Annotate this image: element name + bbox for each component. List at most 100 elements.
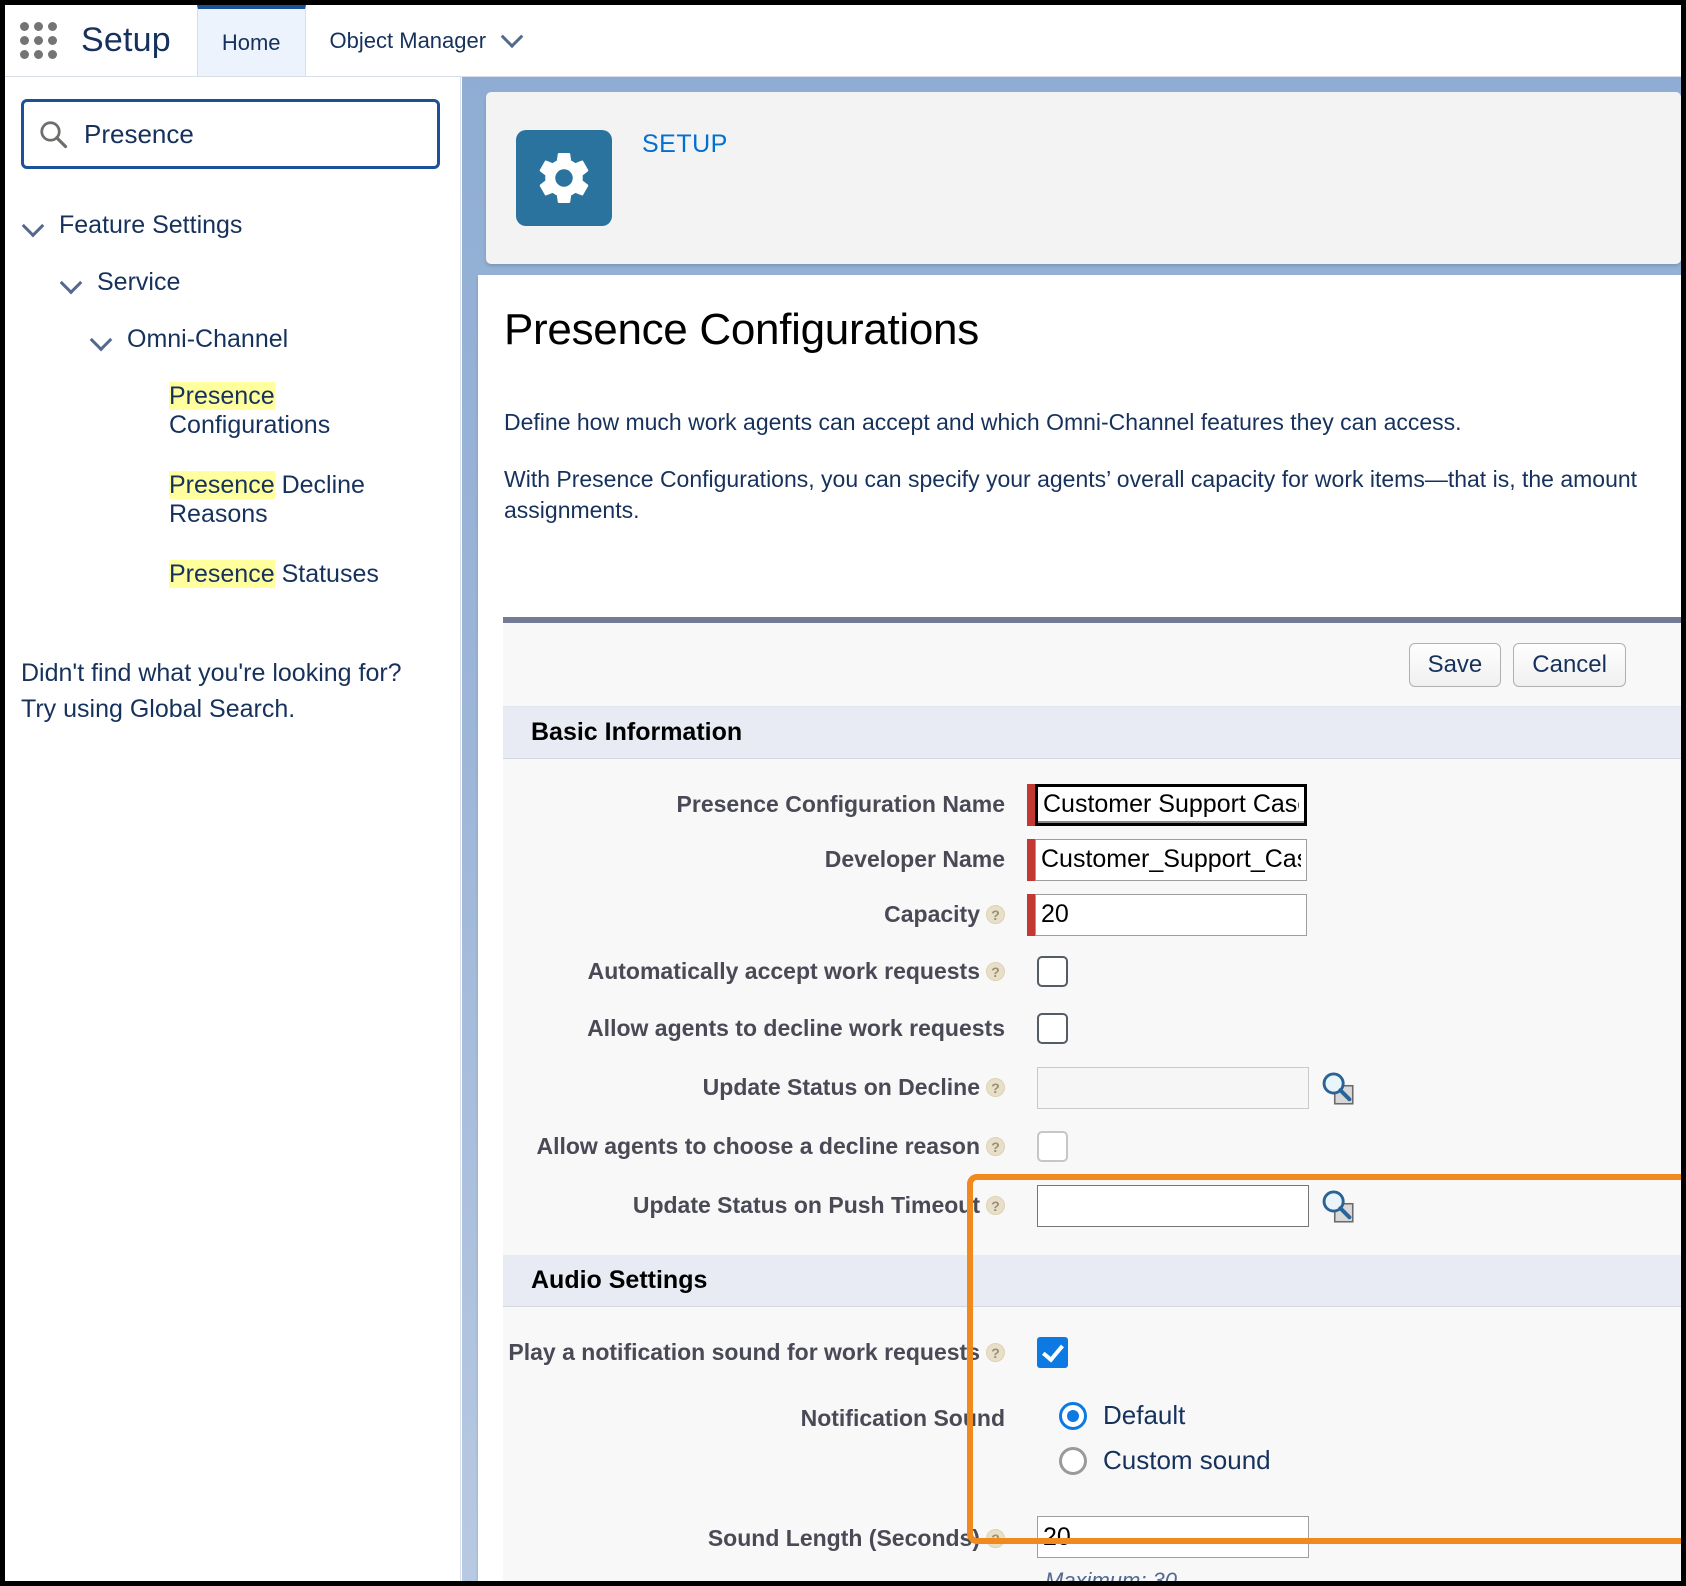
tree-node-omni-channel[interactable]: Omni-Channel (21, 325, 440, 354)
not-found-line-1: Didn't find what you're looking for? (21, 659, 402, 687)
search-match-highlight: Presence (169, 560, 275, 588)
radio-option-custom-sound[interactable]: Custom sound (1059, 1445, 1681, 1476)
update-status-on-decline-input[interactable] (1037, 1066, 1309, 1109)
section-header-basic-information: Basic Information (503, 707, 1681, 759)
help-icon[interactable]: ? (986, 1343, 1005, 1363)
tab-object-manager[interactable]: Object Manager (306, 5, 545, 76)
field-label: Sound Length (Seconds)? (503, 1516, 1019, 1552)
help-icon[interactable]: ? (986, 1078, 1005, 1098)
tree-node-service[interactable]: Service (21, 268, 440, 297)
sidebar-item-presence-decline-reasons[interactable]: Presence Decline Reasons (21, 471, 440, 529)
field-row-capacity: Capacity? (503, 891, 1681, 938)
help-icon[interactable]: ? (986, 1137, 1005, 1157)
play-notification-sound-checkbox[interactable] (1037, 1337, 1068, 1368)
field-label: Presence Configuration Name (676, 791, 1005, 818)
field-label-text: Capacity (884, 901, 980, 928)
basic-information-fields: Presence Configuration Name Developer Na… (503, 759, 1681, 1255)
update-status-on-push-timeout-input[interactable] (1037, 1184, 1309, 1227)
cancel-button[interactable]: Cancel (1513, 642, 1626, 687)
setup-header-card: SETUP (486, 92, 1681, 264)
field-row-update-status-on-push-timeout: Update Status on Push Timeout? (503, 1182, 1681, 1229)
chevron-down-icon (500, 24, 524, 48)
global-header: Setup Home Object Manager (5, 5, 1681, 77)
tree-node-label: Service (97, 268, 181, 296)
search-match-highlight: Presence (169, 471, 275, 499)
field-label-text: Automatically accept work requests (587, 958, 980, 985)
setup-sidebar: Feature Settings Service Omni-Channel Pr… (5, 77, 461, 1581)
lookup-search-icon[interactable] (1319, 1070, 1355, 1106)
sidebar-item-presence-statuses[interactable]: Presence Statuses (21, 560, 440, 589)
field-row-play-notification-sound: Play a notification sound for work reque… (503, 1329, 1681, 1376)
chevron-down-icon[interactable] (21, 213, 47, 239)
sidebar-item-label: Configurations (169, 411, 331, 439)
page-description-2: With Presence Configurations, you can sp… (504, 466, 1638, 524)
field-row-auto-accept-work-requests: Automatically accept work requests? (503, 948, 1681, 995)
required-indicator (1027, 893, 1035, 936)
radio-label: Custom sound (1103, 1445, 1271, 1475)
chevron-down-icon[interactable] (89, 327, 115, 353)
gear-icon (516, 130, 612, 226)
developer-name-input[interactable] (1035, 838, 1307, 881)
field-row-sound-length: Sound Length (Seconds)? Maximum: 30 (503, 1516, 1681, 1581)
section-header-audio-settings: Audio Settings (503, 1255, 1681, 1307)
radio-label: Default (1103, 1400, 1186, 1430)
allow-decline-work-requests-checkbox[interactable] (1037, 1013, 1068, 1044)
page-title: Presence Configurations (504, 305, 979, 354)
field-label: Allow agents to choose a decline reason? (503, 1132, 1019, 1160)
field-label: Allow agents to decline work requests (587, 1015, 1005, 1042)
help-icon[interactable]: ? (986, 962, 1005, 982)
field-label: Update Status on Push Timeout? (503, 1191, 1019, 1219)
field-label-text: Update Status on Decline (702, 1074, 980, 1101)
field-label-text: Update Status on Push Timeout (632, 1192, 980, 1219)
sound-length-input[interactable] (1037, 1516, 1309, 1558)
help-icon[interactable]: ? (986, 905, 1005, 925)
app-launcher-icon[interactable] (5, 5, 71, 76)
screenshot-frame: Setup Home Object Manager Feature Settin… (0, 0, 1686, 1586)
save-button[interactable]: Save (1408, 642, 1502, 687)
radio-custom-sound[interactable] (1059, 1446, 1087, 1475)
field-row-notification-sound: Notification Sound Default Custom sound (503, 1400, 1681, 1490)
content-card: Presence Configurations Define how much … (478, 275, 1681, 1581)
setup-app-name: Setup (81, 21, 171, 59)
page-description-1: Define how much work agents can accept a… (504, 409, 1462, 435)
field-row-allow-choose-decline-reason: Allow agents to choose a decline reason? (503, 1123, 1681, 1170)
field-label-text: Allow agents to choose a decline reason (536, 1133, 980, 1160)
tab-home[interactable]: Home (196, 5, 306, 76)
form-action-bar: Save Cancel (503, 623, 1681, 707)
capacity-input[interactable] (1035, 893, 1307, 936)
field-row-developer-name: Developer Name (503, 836, 1681, 883)
tree-node-label: Omni-Channel (127, 325, 289, 353)
tree-node-feature-settings[interactable]: Feature Settings (21, 211, 440, 240)
presence-configuration-name-input[interactable] (1035, 783, 1307, 826)
sidebar-item-label: Statuses (274, 560, 379, 588)
sidebar-item-presence-configurations[interactable]: Presence Configurations (21, 382, 440, 440)
tab-home-label: Home (221, 29, 281, 55)
tree-node-label: Feature Settings (59, 211, 243, 239)
field-label-text: Play a notification sound for work reque… (508, 1339, 980, 1366)
sound-length-max-note: Maximum: 30 (1045, 1568, 1178, 1581)
field-row-update-status-on-decline: Update Status on Decline? (503, 1064, 1681, 1111)
edit-form: Save Cancel Basic Information Presence C… (503, 617, 1681, 1581)
quick-find-searchbox[interactable] (21, 99, 440, 169)
auto-accept-work-requests-checkbox[interactable] (1037, 956, 1068, 987)
field-label: Capacity? (503, 900, 1019, 928)
search-icon (40, 121, 68, 149)
help-icon[interactable]: ? (986, 1196, 1005, 1216)
radio-default[interactable] (1059, 1401, 1087, 1430)
breadcrumb[interactable]: SETUP (642, 130, 728, 159)
not-found-line-2: Try using Global Search. (21, 695, 296, 724)
chevron-down-icon[interactable] (59, 270, 85, 296)
field-row-presence-configuration-name: Presence Configuration Name (503, 781, 1681, 828)
search-match-highlight: Presence (169, 382, 275, 410)
field-label: Notification Sound (800, 1405, 1005, 1431)
setup-tree: Feature Settings Service Omni-Channel Pr… (21, 211, 440, 589)
lookup-search-icon[interactable] (1319, 1188, 1355, 1224)
radio-option-default[interactable]: Default (1059, 1400, 1681, 1431)
search-input[interactable] (82, 117, 423, 151)
help-icon[interactable]: ? (986, 1529, 1005, 1548)
allow-choose-decline-reason-checkbox[interactable] (1037, 1131, 1068, 1162)
audio-settings-fields: Play a notification sound for work reque… (503, 1307, 1681, 1581)
not-found-message: Didn't find what you're looking for? Try… (21, 655, 440, 728)
field-row-allow-decline-work-requests: Allow agents to decline work requests (503, 1005, 1681, 1052)
required-indicator (1027, 783, 1035, 826)
